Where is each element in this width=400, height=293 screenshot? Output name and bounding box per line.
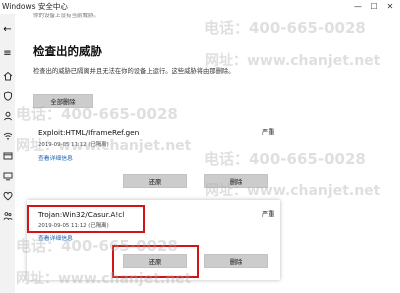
threat-name: Exploit:HTML/IframeRef.gen [38,128,140,137]
watermark-phone: 电话：400-665-0028 [204,150,366,168]
home-icon[interactable] [2,70,13,81]
view-details-link[interactable]: 查看详细信息 [38,233,73,242]
view-details-link[interactable]: 查看详细信息 [38,153,73,162]
clipped-status-text: 你的设备上没有当前威胁。 [33,13,100,19]
remove-button[interactable]: 删除 [204,174,268,188]
remove-all-button[interactable]: 全部删除 [33,94,93,108]
threat-level: 严重 [262,211,275,218]
device-security-icon[interactable] [2,170,13,181]
threat-date: 2019-09-05 11:12 (已隔离) [38,142,109,148]
title-bar: Windows 安全中心 — ☐ ✕ [0,0,400,14]
app-title: Windows 安全中心 [2,2,68,11]
remove-button[interactable]: 删除 [204,254,268,268]
health-icon[interactable] [2,190,13,201]
account-icon[interactable] [2,110,13,121]
menu-icon[interactable]: ≡ [2,48,13,59]
app-browser-icon[interactable] [2,150,13,161]
maximize-button[interactable]: ☐ [366,0,382,14]
threat-level: 严重 [262,129,275,136]
page-title: 检查出的威胁 [33,44,102,58]
page-description: 检查出的威胁已隔离并且无法在你的设备上运行。这些威胁将由那删除。 [33,68,235,75]
back-icon[interactable]: ← [2,24,13,35]
close-button[interactable]: ✕ [382,0,398,14]
annotation-highlight-threat [27,205,145,233]
shield-icon[interactable] [2,90,13,101]
nav-rail: ← ≡ [0,14,15,293]
watermark-phone: 电话：400-665-0028 [204,19,366,37]
annotation-highlight-restore [112,245,199,278]
window-controls: — ☐ ✕ [350,0,398,14]
restore-button[interactable]: 还原 [123,174,187,188]
wifi-icon[interactable] [2,130,13,141]
minimize-button[interactable]: — [350,0,366,14]
family-icon[interactable] [2,210,13,221]
